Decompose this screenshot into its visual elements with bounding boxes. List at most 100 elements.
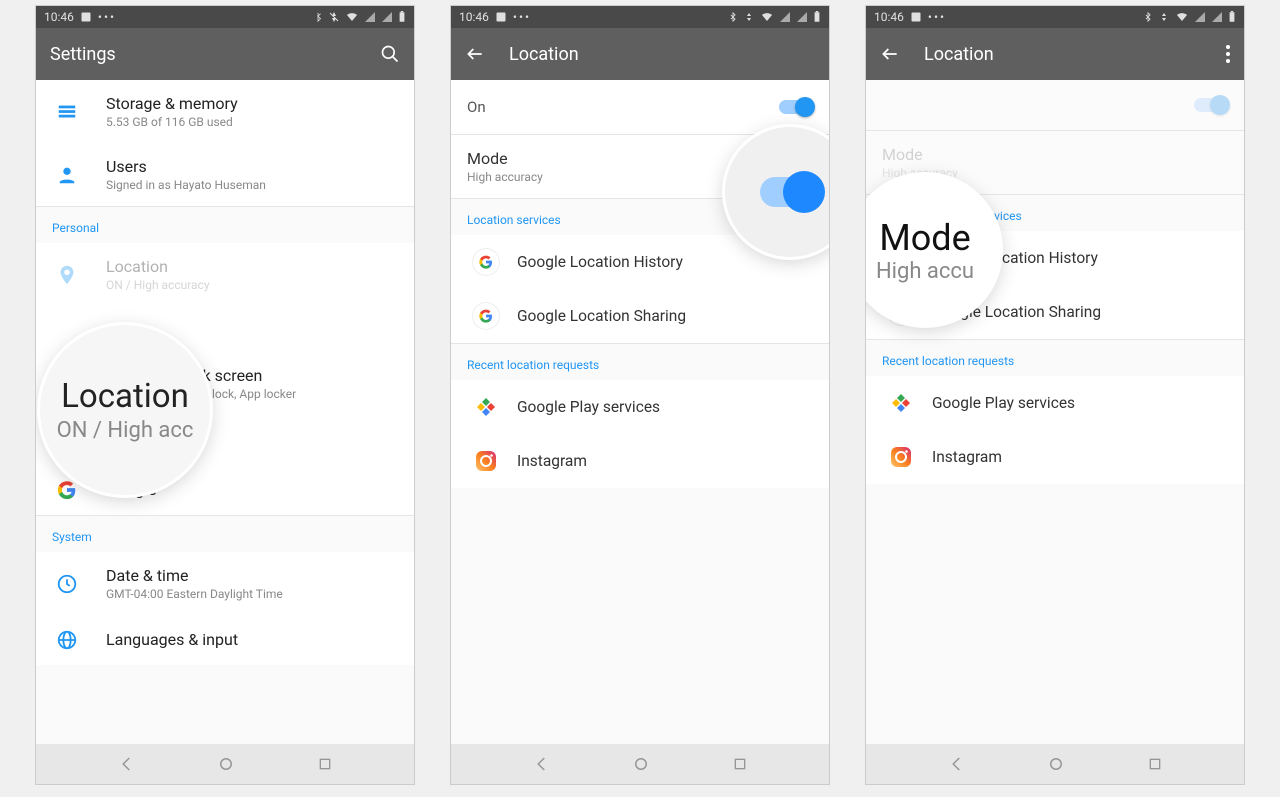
storage-title: Storage & memory: [106, 94, 398, 113]
signal2-icon: [1211, 11, 1223, 23]
system-header: System: [36, 516, 414, 552]
users-sub: Signed in as Hayato Huseman: [106, 178, 398, 192]
navbar: [36, 744, 414, 784]
back-icon[interactable]: [465, 44, 485, 64]
status-bar: 10:46 •••: [36, 6, 414, 28]
location-content: Mode High accuracy xLocation services Go…: [866, 80, 1244, 744]
wifi-icon: [1175, 11, 1189, 23]
bluetooth-icon: [728, 11, 738, 23]
signal-icon: [364, 11, 376, 23]
appbar: Location: [451, 28, 829, 80]
location-content: On Mode High accuracy Location services …: [451, 80, 829, 744]
battery-icon: [1228, 11, 1236, 23]
callout-toggle-track: [760, 177, 820, 207]
row-languages[interactable]: Languages & input: [36, 615, 414, 665]
location-sharing-label: Google Location Sharing: [517, 307, 686, 325]
status-bar: 10:46 •••: [866, 6, 1244, 28]
nav-back-icon[interactable]: [533, 755, 551, 773]
bluetooth-icon: [1143, 11, 1153, 23]
row-users[interactable]: Users Signed in as Hayato Huseman: [36, 143, 414, 206]
callout-toggle-thumb: [783, 171, 825, 213]
on-label: On: [467, 98, 486, 116]
back-icon[interactable]: [880, 44, 900, 64]
phone-settings: 10:46 ••• Settings Storage & memory 5.53…: [35, 5, 415, 785]
callout-location-title: Location: [61, 377, 189, 416]
wifi-icon: [760, 11, 774, 23]
callout-mode-title: Mode: [879, 217, 970, 259]
personal-header: Personal: [36, 207, 414, 243]
signal-icon: [779, 11, 791, 23]
navbar: [451, 744, 829, 784]
nav-back-icon[interactable]: [948, 755, 966, 773]
nav-home-icon[interactable]: [1047, 755, 1065, 773]
mute-icon: [328, 11, 340, 23]
nav-home-icon[interactable]: [632, 755, 650, 773]
nav-recent-icon[interactable]: [317, 756, 333, 772]
callout-mode-sub: High accu: [876, 259, 974, 284]
nav-recent-icon[interactable]: [1147, 756, 1163, 772]
clock-icon: [56, 573, 78, 595]
appbar-title: Location: [509, 44, 579, 65]
play-services-icon: [888, 390, 914, 416]
recent-header: Recent location requests: [866, 340, 1244, 376]
users-title: Users: [106, 157, 398, 176]
image-icon: [495, 11, 507, 23]
signal-icon: [1194, 11, 1206, 23]
on-row: On: [451, 80, 829, 134]
search-icon[interactable]: [380, 44, 400, 64]
battery-icon: [813, 11, 821, 23]
image-icon: [910, 11, 922, 23]
google-g-icon: [473, 303, 499, 329]
users-icon: [56, 164, 78, 186]
on-row: [866, 80, 1244, 130]
status-time: 10:46: [874, 10, 904, 24]
instagram-icon: [473, 448, 499, 474]
more-icon: •••: [928, 10, 946, 24]
row-instagram[interactable]: Instagram: [451, 434, 829, 488]
nav-back-icon[interactable]: [118, 755, 136, 773]
phone-location-mode: 10:46 ••• Location Mode High accuracy x: [865, 5, 1245, 785]
row-datetime[interactable]: Date & time GMT-04:00 Eastern Daylight T…: [36, 552, 414, 615]
overflow-icon[interactable]: [1226, 45, 1230, 63]
more-icon: •••: [98, 10, 116, 24]
row-instagram[interactable]: Instagram: [866, 430, 1244, 484]
instagram-label: Instagram: [932, 448, 1002, 466]
callout-location-sub: ON / High acc: [57, 418, 194, 443]
location-toggle[interactable]: [1194, 98, 1228, 112]
status-time: 10:46: [459, 10, 489, 24]
storage-sub: 5.53 GB of 116 GB used: [106, 115, 398, 129]
languages-title: Languages & input: [106, 630, 398, 649]
google-icon: [56, 479, 78, 501]
status-time: 10:46: [44, 10, 74, 24]
wifi-icon: [345, 11, 359, 23]
appbar: Settings: [36, 28, 414, 80]
signal2-icon: [796, 11, 808, 23]
appbar-title: Location: [924, 44, 994, 65]
google-g-icon: [473, 249, 499, 275]
location-toggle[interactable]: [779, 100, 813, 114]
nav-recent-icon[interactable]: [732, 756, 748, 772]
row-location-sharing[interactable]: Google Location Sharing: [451, 289, 829, 343]
row-location[interactable]: Location ON / High accuracy: [36, 243, 414, 306]
play-services-icon: [473, 394, 499, 420]
instagram-label: Instagram: [517, 452, 587, 470]
mute-icon: [743, 11, 755, 23]
row-play-services[interactable]: Google Play services: [451, 380, 829, 434]
nav-home-icon[interactable]: [217, 755, 235, 773]
status-bar: 10:46 •••: [451, 6, 829, 28]
appbar-title: Settings: [50, 44, 116, 65]
battery-icon: [398, 11, 406, 23]
row-storage[interactable]: Storage & memory 5.53 GB of 116 GB used: [36, 80, 414, 143]
appbar: Location: [866, 28, 1244, 80]
datetime-title: Date & time: [106, 566, 398, 585]
instagram-icon: [888, 444, 914, 470]
location-history-label: Google Location History: [517, 253, 683, 271]
play-services-label: Google Play services: [932, 394, 1075, 412]
bluetooth-icon: [313, 11, 323, 23]
row-play-services[interactable]: Google Play services: [866, 376, 1244, 430]
mute-icon: [1158, 11, 1170, 23]
navbar: [866, 744, 1244, 784]
signal2-icon: [381, 11, 393, 23]
storage-icon: [56, 101, 78, 123]
phone-location-toggle: 10:46 ••• Location On Mode High accuracy…: [450, 5, 830, 785]
